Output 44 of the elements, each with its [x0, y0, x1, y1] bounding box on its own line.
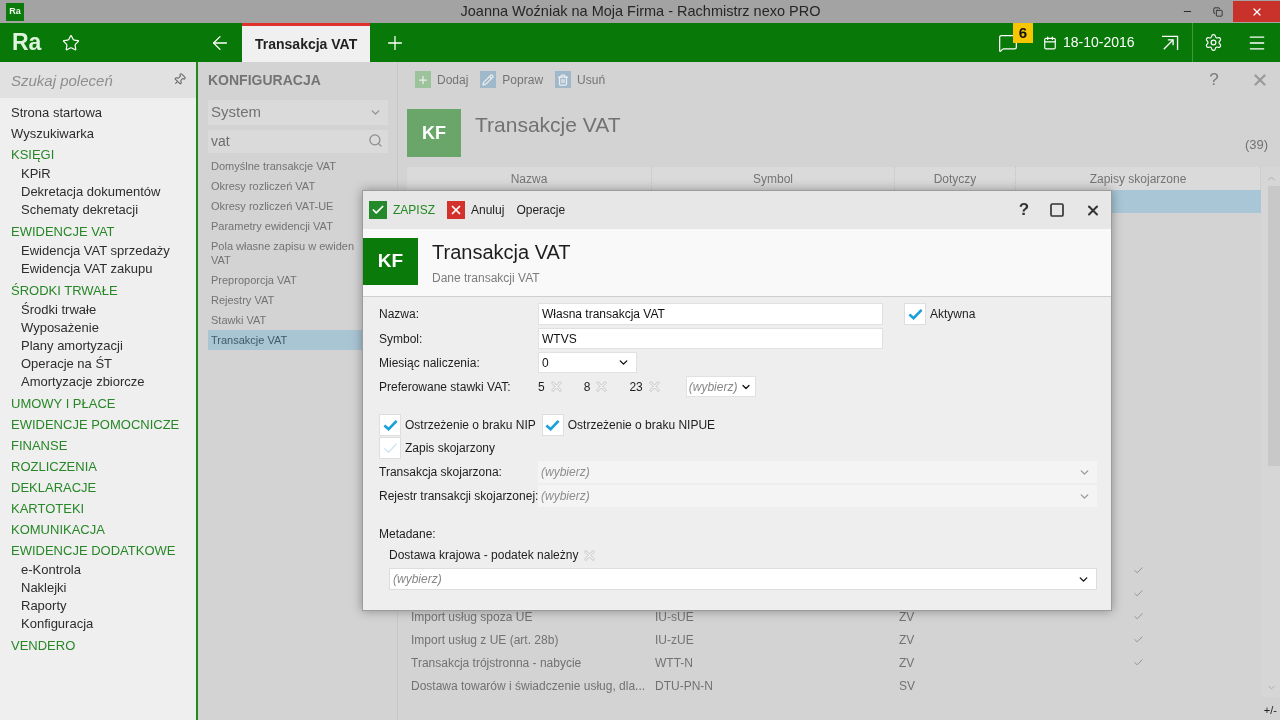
checkbox-label: Ostrzeżenie o braku NIP	[405, 417, 536, 434]
dialog-title: Transakcja VAT	[432, 240, 571, 264]
column-header: Nazwa	[510, 170, 548, 188]
field-label: Rejestr transakcji skojarzonej:	[379, 488, 538, 505]
table-cell-text: IU-sUE	[655, 608, 694, 626]
zoom-label: +/-	[1263, 702, 1277, 718]
app-icon: Ra	[6, 2, 24, 21]
field-label: Symbol:	[379, 330, 424, 348]
table-cell-text: ZV	[899, 654, 915, 672]
table-cell-text: IU-zUE	[655, 631, 694, 649]
field-label: Transakcja skojarzona:	[379, 464, 503, 481]
column-header: Zapisy skojarzone	[1089, 170, 1187, 188]
table-cell-text: SV	[899, 677, 915, 695]
checkbox-label: Aktywna	[930, 306, 976, 323]
checkbox-label: Ostrzeżenie o braku NIPUE	[567, 417, 716, 434]
section-label: Metadane:	[379, 526, 436, 542]
table-cell-text: Import usług spoza UE	[411, 608, 533, 626]
field-label: Miesiąc naliczenia:	[379, 354, 481, 372]
module-tile: KF	[407, 109, 461, 157]
checkbox-label: Zapis skojarzony	[405, 440, 496, 457]
date-label: 18-10-2016	[1063, 33, 1135, 52]
window-title: Joanna Woźniak na Moja Firma - Rachmistrz nexo PRO	[460, 1, 821, 21]
table-cell-text: ZV	[899, 631, 915, 649]
dialog-subtitle: Dane transakcji VAT	[432, 270, 541, 287]
notification-badge: 6	[1013, 23, 1033, 43]
table-cell-text: DTU-PN-N	[655, 677, 713, 695]
table-cell-text: Import usług z UE (art. 28b)	[411, 631, 559, 649]
rate-tag: 23	[629, 377, 643, 396]
panel-title: KONFIGURACJA	[208, 70, 321, 90]
table-cell-text: WTT-N	[655, 654, 693, 672]
field-label: Preferowane stawki VAT:	[379, 378, 512, 396]
field-label: Nazwa:	[379, 306, 420, 323]
column-header: Symbol	[753, 170, 793, 188]
rate-tag: 5	[538, 377, 545, 396]
table-cell-text: Transakcja trójstronna - nabycie	[411, 654, 582, 672]
record-count: (39)	[1244, 135, 1268, 154]
table-cell-text: ZV	[899, 608, 915, 626]
module-tile: KF	[363, 238, 418, 285]
metadata-tag: Dostawa krajowa - podatek należny	[389, 546, 579, 564]
table-cell-text: Dostawa towarów i świadczenie usług, dla...	[411, 677, 646, 695]
app-logo: Ra	[12, 31, 42, 54]
column-header: Dotyczy	[933, 170, 977, 188]
rate-tag: 8	[583, 377, 591, 396]
page-title: Transakcje VAT	[475, 112, 621, 138]
